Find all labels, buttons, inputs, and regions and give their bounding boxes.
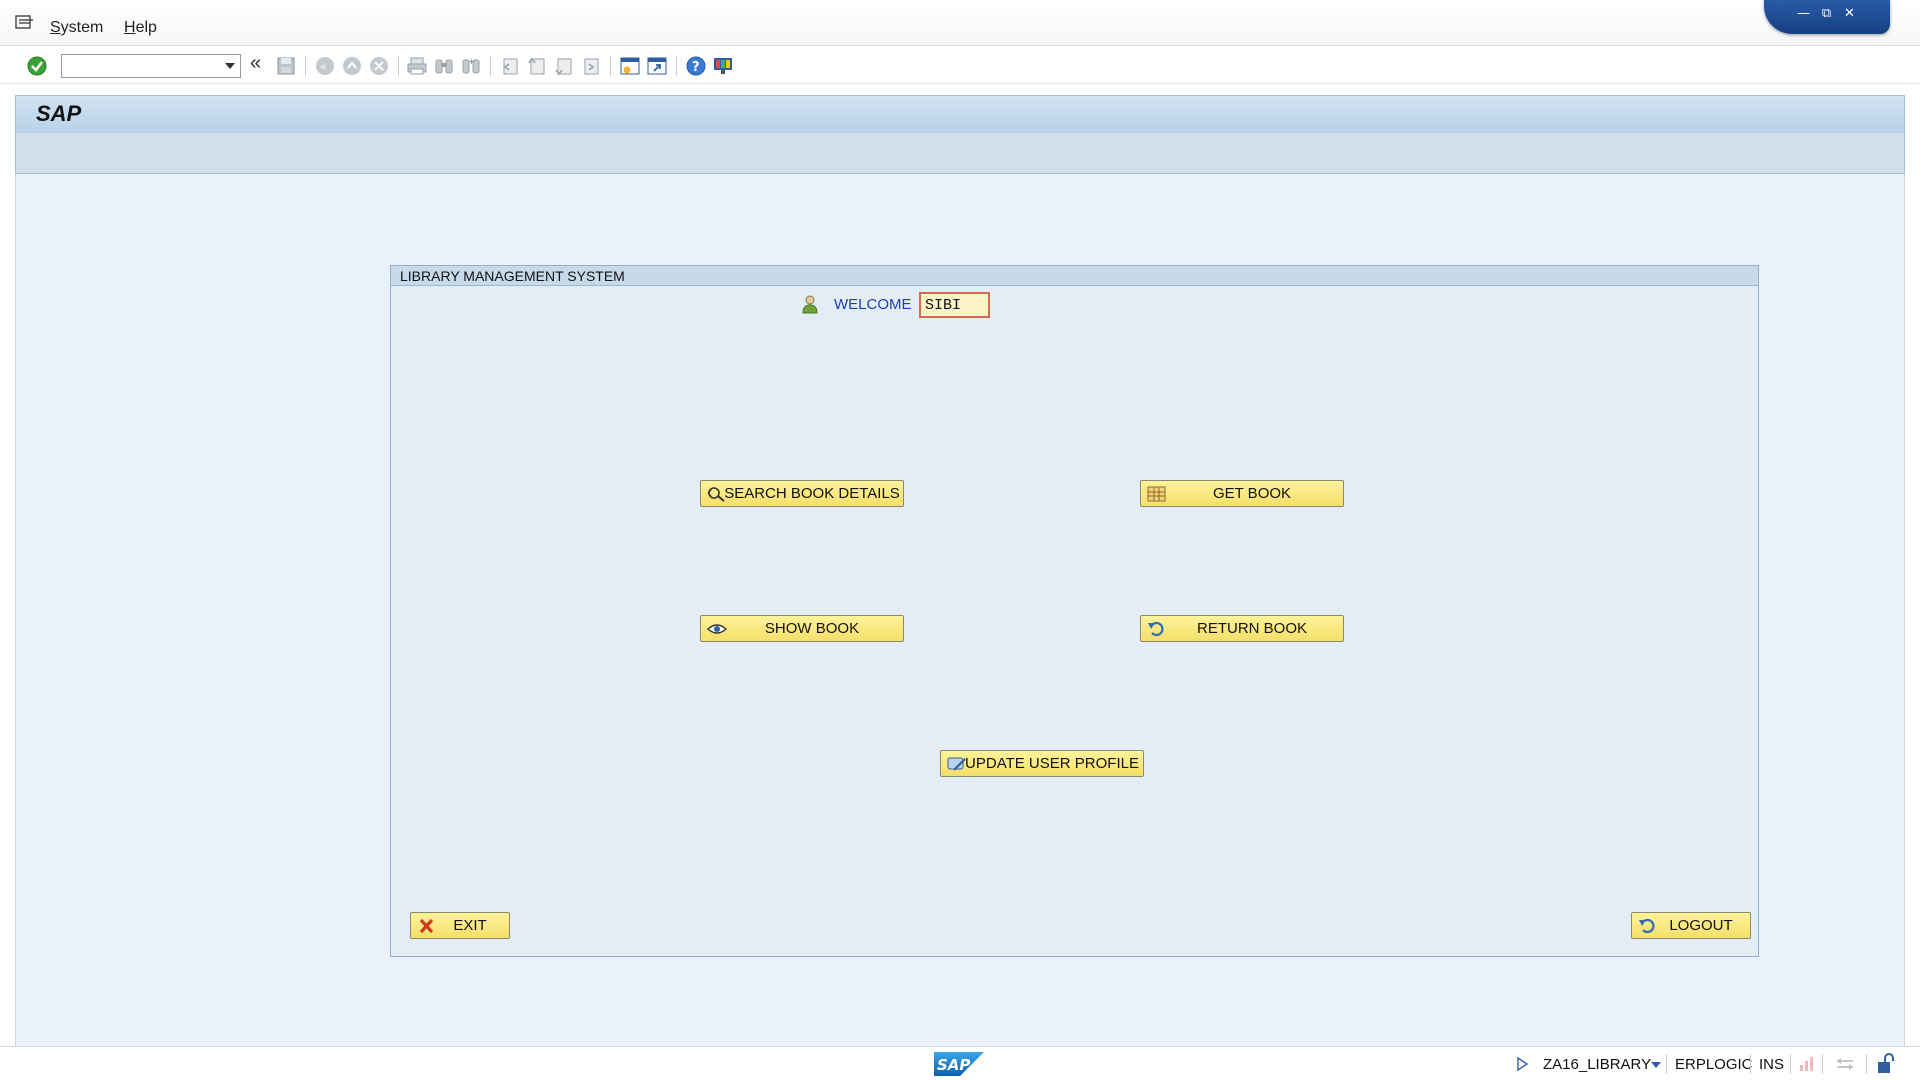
- restore-icon[interactable]: ⧉: [1817, 5, 1836, 22]
- get-book-button[interactable]: GET BOOK: [1140, 480, 1344, 507]
- menu-help-mnemonic: H: [124, 19, 136, 36]
- eye-icon: [706, 624, 728, 634]
- frame-title: LIBRARY MANAGEMENT SYSTEM: [400, 268, 625, 284]
- screen-title-bar: SAP: [15, 95, 1905, 133]
- customize-layout-icon[interactable]: [712, 55, 734, 77]
- menu-icon[interactable]: [15, 14, 35, 32]
- status-separator: [1822, 1054, 1823, 1074]
- frame-title-bar: LIBRARY MANAGEMENT SYSTEM: [391, 266, 1758, 286]
- welcome-field[interactable]: [919, 292, 990, 318]
- show-book-label: SHOW BOOK: [764, 620, 860, 637]
- svg-text:?: ?: [692, 60, 700, 75]
- edit-icon: [947, 757, 966, 771]
- toolbar-separator: [305, 56, 306, 76]
- username-input[interactable]: [921, 294, 988, 316]
- get-book-label: GET BOOK: [1212, 485, 1292, 502]
- find-icon[interactable]: [433, 55, 455, 77]
- logout-button[interactable]: LOGOUT: [1631, 912, 1751, 939]
- toolbar-separator: [398, 56, 399, 76]
- back-icon[interactable]: «: [314, 55, 336, 77]
- play-icon[interactable]: [1516, 1057, 1528, 1071]
- undo-icon: [1639, 918, 1655, 934]
- table-icon: [1147, 486, 1166, 502]
- welcome-label: WELCOME: [834, 296, 912, 313]
- enter-icon[interactable]: [26, 55, 48, 77]
- status-separator: [1666, 1054, 1667, 1074]
- create-session-icon[interactable]: [619, 55, 641, 77]
- previous-page-icon[interactable]: [526, 55, 548, 77]
- menu-help[interactable]: Help: [124, 19, 157, 37]
- chevron-down-icon[interactable]: [225, 63, 235, 69]
- library-frame: LIBRARY MANAGEMENT SYSTEM WELCOME SEARCH…: [390, 265, 1759, 957]
- status-separator: [1750, 1054, 1751, 1074]
- application-toolbar: [15, 133, 1905, 174]
- status-separator: [1790, 1054, 1791, 1074]
- page-title: SAP: [36, 101, 82, 126]
- command-field[interactable]: [61, 54, 241, 78]
- command-input[interactable]: [62, 55, 212, 77]
- shortcut-icon[interactable]: [646, 55, 668, 77]
- search-icon: [707, 487, 725, 502]
- close-icon[interactable]: ✕: [1840, 5, 1859, 22]
- next-page-icon[interactable]: [553, 55, 575, 77]
- exit-button[interactable]: EXIT: [410, 912, 510, 939]
- svg-text:+: +: [468, 57, 475, 66]
- help-icon[interactable]: ?: [685, 55, 707, 77]
- insert-mode[interactable]: INS: [1759, 1056, 1784, 1073]
- minimize-icon[interactable]: —: [1794, 5, 1813, 22]
- find-next-icon[interactable]: +: [460, 55, 482, 77]
- user-icon: [802, 295, 818, 314]
- back-arrows-icon[interactable]: «: [250, 52, 272, 74]
- menu-system-mnemonic: S: [50, 19, 61, 36]
- status-bar: SAP ZA16_LIBRARY ERPLOGIC INS: [0, 1046, 1920, 1080]
- transfer-icon: [1837, 1058, 1853, 1070]
- lock-icon[interactable]: [1876, 1053, 1896, 1075]
- save-icon[interactable]: [275, 55, 297, 77]
- menu-system-rest: ystem: [60, 19, 104, 36]
- sap-logo: SAP: [934, 1052, 984, 1076]
- search-book-details-button[interactable]: SEARCH BOOK DETAILS: [700, 480, 904, 507]
- undo-icon: [1148, 621, 1164, 637]
- print-icon[interactable]: [406, 55, 428, 77]
- update-user-profile-label: UPDATE USER PROFILE: [965, 755, 1139, 772]
- exit-icon[interactable]: [341, 55, 363, 77]
- program-name[interactable]: ZA16_LIBRARY: [1543, 1056, 1651, 1073]
- menu-bar: System Help — ⧉ ✕: [0, 0, 1920, 46]
- toolbar-separator: [610, 56, 611, 76]
- server-name: ERPLOGIC: [1675, 1056, 1753, 1073]
- standard-toolbar: « « + ?: [0, 46, 1920, 84]
- sap-logo-text: SAP: [937, 1056, 970, 1074]
- signal-icon: [1800, 1057, 1813, 1071]
- close-icon: [419, 918, 434, 934]
- last-page-icon[interactable]: [580, 55, 602, 77]
- cancel-icon[interactable]: [368, 55, 390, 77]
- update-user-profile-button[interactable]: UPDATE USER PROFILE: [940, 750, 1144, 777]
- svg-text:«: «: [320, 60, 327, 73]
- first-page-icon[interactable]: [499, 55, 521, 77]
- window-controls: — ⧉ ✕: [1764, 0, 1890, 34]
- menu-help-rest: elp: [135, 19, 157, 36]
- toolbar-separator: [490, 56, 491, 76]
- chevron-down-icon[interactable]: [1650, 1061, 1662, 1069]
- menu-system[interactable]: System: [50, 19, 103, 37]
- return-book-label: RETURN BOOK: [1196, 620, 1307, 637]
- status-separator: [1866, 1054, 1867, 1074]
- toolbar-separator: [676, 56, 677, 76]
- search-book-details-label: SEARCH BOOK DETAILS: [724, 485, 900, 502]
- return-book-button[interactable]: RETURN BOOK: [1140, 615, 1344, 642]
- show-book-button[interactable]: SHOW BOOK: [700, 615, 904, 642]
